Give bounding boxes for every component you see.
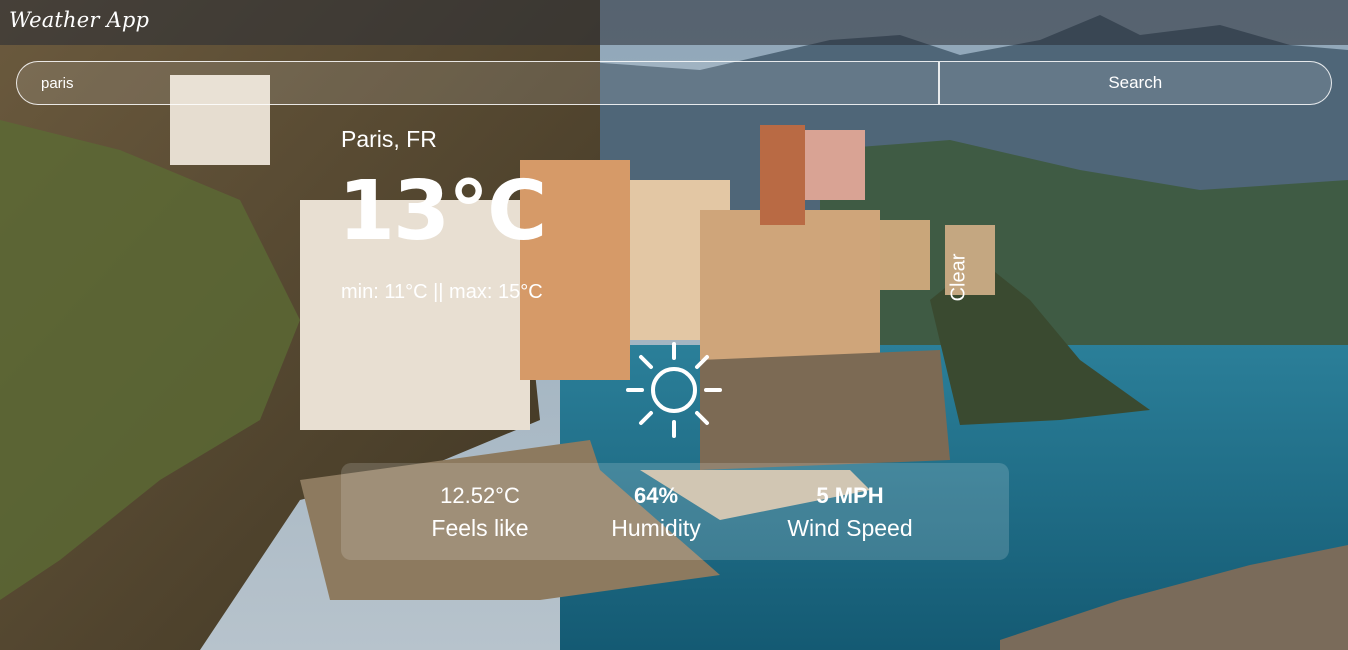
wind-speed-stat: 5 MPH Wind Speed <box>771 481 929 545</box>
top-bar: Weather App <box>0 0 1348 45</box>
sun-icon <box>626 342 722 438</box>
humidity-label: Humidity <box>611 515 701 541</box>
weather-condition-label: Clear <box>947 253 970 301</box>
humidity-value: 64% <box>633 483 679 508</box>
wind-speed-label: Wind Speed <box>787 515 913 541</box>
wind-speed-value: 5 MPH <box>816 483 884 508</box>
search-bar: Search <box>16 61 1332 105</box>
humidity-stat: 64% Humidity <box>596 481 716 545</box>
min-max-temperature: min: 11°C || max: 15°C <box>341 281 543 303</box>
search-button[interactable]: Search <box>940 62 1332 104</box>
weather-app-page: Weather App Search Paris, FR 13°C min: 1… <box>0 0 1348 650</box>
feels-like-stat: 12.52°C Feels like <box>417 481 543 545</box>
current-temperature: 13°C <box>338 164 547 259</box>
weather-stats-panel: 12.52°C Feels like 64% Humidity 5 MPH Wi… <box>341 463 1009 560</box>
app-title: Weather App <box>9 8 150 32</box>
weather-condition: Clear <box>946 246 972 308</box>
search-input[interactable] <box>17 62 938 104</box>
feels-like-value: 12.52°C <box>440 483 520 508</box>
feels-like-label: Feels like <box>431 515 529 541</box>
location-label: Paris, FR <box>341 126 437 152</box>
